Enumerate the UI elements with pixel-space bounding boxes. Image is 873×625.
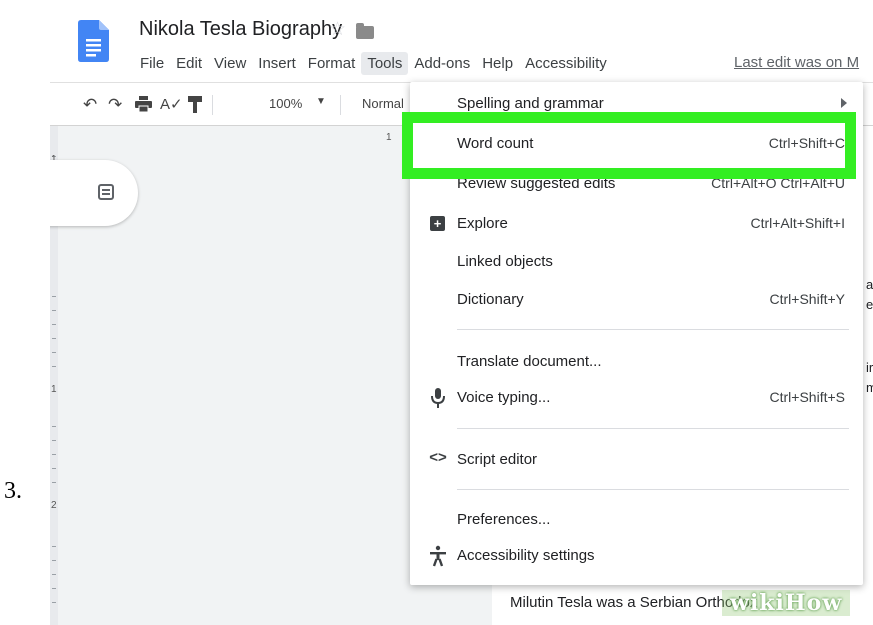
google-docs-window: Nikola Tesla Biography ☆ File Edit View … — [50, 0, 873, 625]
ruler-mark: 2 — [51, 500, 57, 511]
chevron-down-icon[interactable]: ▼ — [316, 96, 326, 107]
menu-item-dictionary[interactable]: Dictionary Ctrl+Shift+Y — [410, 284, 863, 318]
menu-separator — [457, 489, 849, 490]
paragraph-style-select[interactable]: Normal — [362, 96, 404, 111]
paint-format-icon[interactable] — [188, 96, 202, 113]
wikihow-watermark: wikiHow — [722, 590, 851, 616]
title-bar: Nikola Tesla Biography ☆ File Edit View … — [50, 0, 873, 82]
toolbar-divider — [340, 95, 341, 115]
menu-item-accessibility-settings[interactable]: Accessibility settings — [410, 540, 863, 574]
document-text-fragment: m — [866, 380, 873, 395]
menu-separator — [457, 329, 849, 330]
spellcheck-icon[interactable]: A✓ — [160, 95, 183, 113]
horizontal-ruler-mark: 1 — [386, 132, 392, 143]
toolbar-divider — [212, 95, 213, 115]
menu-edit[interactable]: Edit — [170, 52, 208, 75]
redo-icon[interactable]: ↷ — [108, 95, 122, 115]
menu-accessibility[interactable]: Accessibility — [519, 52, 613, 75]
code-icon: <> — [429, 449, 447, 466]
menu-insert[interactable]: Insert — [252, 52, 302, 75]
undo-icon[interactable]: ↶ — [83, 95, 97, 115]
step-number: 3. — [4, 478, 22, 504]
menu-separator — [457, 428, 849, 429]
menu-item-voice-typing[interactable]: Voice typing... Ctrl+Shift+S — [410, 382, 863, 416]
menu-view[interactable]: View — [208, 52, 252, 75]
accessibility-icon — [430, 545, 446, 567]
menu-item-linked-objects[interactable]: Linked objects — [410, 246, 863, 280]
menu-item-translate-document[interactable]: Translate document... — [410, 346, 863, 380]
print-icon[interactable] — [135, 96, 152, 112]
last-edit-link[interactable]: Last edit was on M — [734, 54, 859, 71]
document-text-fragment: ir — [866, 360, 873, 375]
menu-item-explore[interactable]: + Explore Ctrl+Alt+Shift+I — [410, 208, 863, 242]
menu-file[interactable]: File — [134, 52, 170, 75]
menu-tools[interactable]: Tools — [361, 51, 409, 75]
microphone-icon — [431, 388, 445, 408]
explore-icon: + — [430, 216, 445, 231]
menu-bar: File Edit View Insert Format Tools Add-o… — [134, 50, 613, 76]
outline-icon — [98, 184, 114, 200]
menu-format[interactable]: Format — [302, 52, 362, 75]
menu-help[interactable]: Help — [476, 52, 519, 75]
document-outline-button[interactable] — [50, 160, 138, 226]
menu-addons[interactable]: Add-ons — [408, 52, 476, 75]
document-text-fragment: a — [866, 277, 873, 292]
document-text-line: Milutin Tesla was a Serbian Orthodox — [510, 594, 758, 611]
submenu-arrow-icon — [841, 98, 847, 108]
word-count-highlight — [402, 112, 856, 179]
document-text-fragment: e — [866, 297, 873, 312]
document-title[interactable]: Nikola Tesla Biography — [139, 18, 342, 41]
docs-logo-icon[interactable] — [78, 20, 109, 62]
ruler-mark: 1 — [51, 384, 57, 395]
star-icon[interactable]: ☆ — [329, 18, 346, 41]
folder-icon[interactable] — [356, 23, 374, 39]
menu-item-preferences[interactable]: Preferences... — [410, 504, 863, 538]
menu-item-script-editor[interactable]: <> Script editor — [410, 444, 863, 478]
zoom-select[interactable]: 100% — [269, 96, 302, 111]
